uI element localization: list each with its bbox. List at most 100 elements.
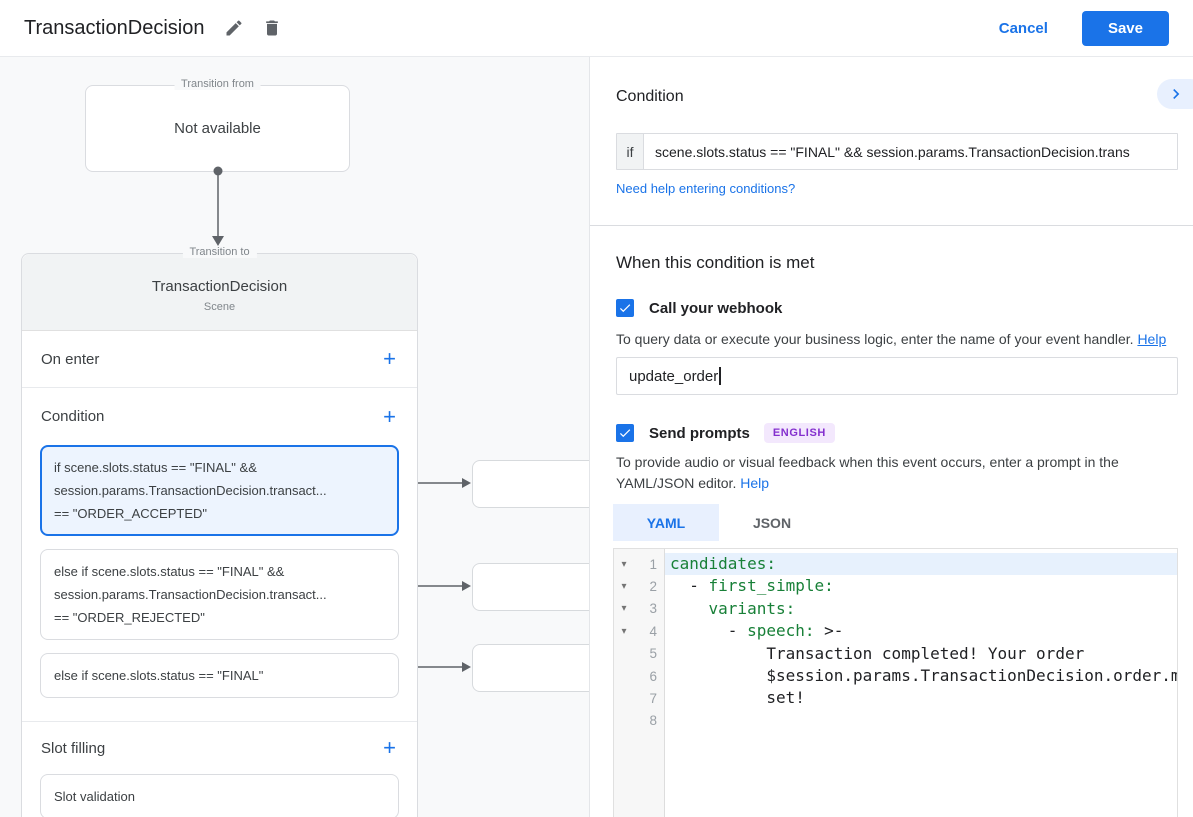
line-number: 4 xyxy=(634,624,665,639)
page-title: TransactionDecision xyxy=(24,17,204,40)
line-number: 5 xyxy=(634,646,665,661)
fold-toggle-icon[interactable]: ▾ xyxy=(614,626,634,637)
code-text[interactable]: - speech: >- xyxy=(665,620,1177,642)
condition-card-2[interactable]: else if scene.slots.status == "FINAL" &&… xyxy=(40,549,399,640)
fold-toggle-icon[interactable]: ▾ xyxy=(614,559,634,570)
code-line-5: 5 Transaction completed! Your order xyxy=(614,643,1177,665)
checkmark-icon xyxy=(618,426,632,440)
collapse-panel-button[interactable] xyxy=(1157,79,1193,109)
tab-json[interactable]: JSON xyxy=(719,504,825,541)
code-text[interactable]: - first_simple: xyxy=(665,575,1177,597)
slot-validation-card[interactable]: Slot validation xyxy=(40,774,399,817)
language-badge: ENGLISH xyxy=(764,423,835,443)
condition-1-line-1: if scene.slots.status == "FINAL" && xyxy=(54,456,385,479)
call-webhook-checkbox[interactable] xyxy=(616,299,634,317)
add-on-enter-button[interactable]: + xyxy=(381,348,398,370)
transition-from-node[interactable]: Transition from Not available xyxy=(85,85,350,172)
add-condition-button[interactable]: + xyxy=(381,406,398,428)
fold-toggle-icon[interactable]: ▾ xyxy=(614,581,634,592)
yaml-key: candidates: xyxy=(670,554,776,573)
code-text[interactable]: variants: xyxy=(665,598,1177,620)
trash-icon xyxy=(262,18,282,38)
code-line-6: 6 $session.params.TransactionDecision.or… xyxy=(614,665,1177,687)
code-line-1: ▾ 1 candidates: xyxy=(614,553,1177,575)
transition-target-node-3[interactable] xyxy=(472,644,589,692)
delete-scene-button[interactable] xyxy=(258,14,286,42)
scene-node-subtitle: Scene xyxy=(204,301,235,313)
condition-expression-row: if xyxy=(616,133,1178,170)
code-line-4: ▾ 4 - speech: >- xyxy=(614,620,1177,642)
panel-divider xyxy=(590,225,1193,226)
panel-title: Condition xyxy=(616,88,684,106)
code-line-8: 8 xyxy=(614,710,1177,732)
condition-3-line-1: else if scene.slots.status == "FINAL" xyxy=(54,664,385,687)
yaml-plain: - xyxy=(670,576,709,595)
webhook-handler-input[interactable]: update_order xyxy=(616,357,1178,395)
yaml-key: speech: xyxy=(747,621,814,640)
add-slot-button[interactable]: + xyxy=(381,737,398,759)
send-prompts-checkbox[interactable] xyxy=(616,424,634,442)
webhook-handler-value: update_order xyxy=(629,368,718,385)
condition-2-line-3: == "ORDER_REJECTED" xyxy=(54,606,385,629)
prompts-description: To provide audio or visual feedback when… xyxy=(616,452,1169,494)
call-webhook-row: Call your webhook xyxy=(616,299,782,317)
call-webhook-label: Call your webhook xyxy=(649,300,782,317)
line-number: 6 xyxy=(634,669,665,684)
prompt-code-editor[interactable]: ▾ 1 candidates: ▾ 2 - first_simple: ▾ 3 … xyxy=(613,548,1178,817)
prompts-help-link[interactable]: Help xyxy=(740,475,769,491)
scene-node-header[interactable]: TransactionDecision Scene xyxy=(22,254,417,331)
scene-node-title: TransactionDecision xyxy=(152,278,287,295)
webhook-description-text: To query data or execute your business l… xyxy=(616,331,1134,347)
line-number: 8 xyxy=(634,713,665,728)
transition-target-node-1[interactable] xyxy=(472,460,589,508)
if-prefix-label: if xyxy=(617,134,644,169)
chevron-right-icon xyxy=(1166,84,1186,104)
code-line-7: 7 set! xyxy=(614,687,1177,709)
code-text[interactable]: candidates: xyxy=(665,553,1177,575)
code-line-3: ▾ 3 variants: xyxy=(614,598,1177,620)
send-prompts-row: Send prompts ENGLISH xyxy=(616,423,835,443)
yaml-plain: - xyxy=(670,621,747,640)
condition-help-link[interactable]: Need help entering conditions? xyxy=(616,181,795,196)
transition-from-value: Not available xyxy=(174,120,261,137)
condition-2-line-1: else if scene.slots.status == "FINAL" && xyxy=(54,560,385,583)
when-condition-met-title: When this condition is met xyxy=(616,253,814,273)
save-button[interactable]: Save xyxy=(1082,11,1169,46)
webhook-help-link[interactable]: Help xyxy=(1137,331,1166,347)
code-text[interactable]: set! xyxy=(665,687,1177,709)
slot-validation-label: Slot validation xyxy=(54,789,135,804)
line-number: 2 xyxy=(634,579,665,594)
prompts-description-text: To provide audio or visual feedback when… xyxy=(616,454,1119,491)
code-text[interactable]: Transaction completed! Your order xyxy=(665,643,1177,665)
on-enter-section: On enter + xyxy=(22,331,417,388)
yaml-plain xyxy=(670,599,709,618)
text-cursor xyxy=(719,367,721,385)
code-text[interactable] xyxy=(665,710,1177,732)
condition-detail-panel: Condition if Need help entering conditio… xyxy=(589,57,1193,817)
editor-tabs: YAML JSON xyxy=(613,504,825,541)
scene-node: Transition to TransactionDecision Scene … xyxy=(21,253,418,817)
condition-2-line-2: session.params.TransactionDecision.trans… xyxy=(54,583,385,606)
transition-to-legend: Transition to xyxy=(182,246,256,258)
slot-filling-section: Slot filling + Slot validation xyxy=(22,722,417,817)
scene-flow-canvas: Transition from Not available Transition xyxy=(0,57,589,817)
yaml-plain: >- xyxy=(815,621,844,640)
transition-from-legend: Transition from xyxy=(174,78,261,90)
yaml-key: variants: xyxy=(709,599,796,618)
yaml-key: first_simple: xyxy=(709,576,834,595)
condition-expression-input[interactable] xyxy=(644,134,1177,169)
on-enter-label: On enter xyxy=(41,351,99,368)
edit-title-button[interactable] xyxy=(220,14,248,42)
tab-yaml[interactable]: YAML xyxy=(613,504,719,541)
condition-card-1[interactable]: if scene.slots.status == "FINAL" && sess… xyxy=(40,445,399,536)
transition-target-node-2[interactable] xyxy=(472,563,589,611)
slot-filling-label: Slot filling xyxy=(41,740,105,757)
cancel-button[interactable]: Cancel xyxy=(999,20,1048,37)
code-text[interactable]: $session.params.TransactionDecision.orde… xyxy=(665,665,1177,687)
fold-toggle-icon[interactable]: ▾ xyxy=(614,603,634,614)
condition-1-line-2: session.params.TransactionDecision.trans… xyxy=(54,479,385,502)
line-number: 1 xyxy=(634,557,665,572)
condition-1-line-3: == "ORDER_ACCEPTED" xyxy=(54,502,385,525)
top-bar: TransactionDecision Cancel Save xyxy=(0,0,1193,57)
condition-card-3[interactable]: else if scene.slots.status == "FINAL" xyxy=(40,653,399,698)
